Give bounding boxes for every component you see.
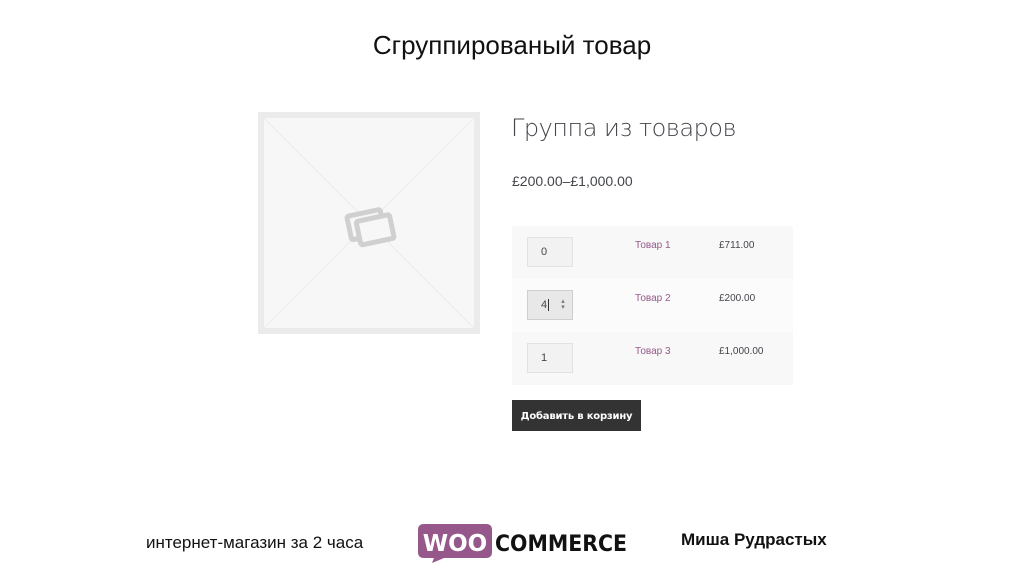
product-link[interactable]: Товар 1 [635,240,671,251]
quantity-input[interactable]: 0 [527,237,573,267]
woocommerce-logo: WOO COMMERCE [418,524,627,563]
item-price: £1,000.00 [719,346,764,357]
slide-title: Сгруппированый товар [372,30,652,60]
footer-course-title: интернет-магазин за 2 часа [146,533,364,552]
product-image-placeholder [258,112,480,334]
product-price-range: £200.00–£1,000.00 [512,173,633,189]
grouped-products-table: 0 Товар 1 £711.00 4 ▴ ▾ Товар 2 £200.00 1… [512,226,793,385]
text-caret [548,299,550,312]
table-row: 4 ▴ ▾ Товар 2 £200.00 [512,279,793,332]
add-to-cart-button[interactable]: Добавить в корзину [512,400,641,431]
table-row: 0 Товар 1 £711.00 [512,226,793,279]
quantity-value: 0 [541,246,548,258]
footer-author: Миша Рудрастых [681,530,827,549]
quantity-input[interactable]: 1 [527,343,573,373]
quantity-input[interactable]: 4 ▴ ▾ [527,290,573,320]
product-title: Группа из товаров [511,114,737,142]
logo-commerce-text: COMMERCE [495,532,627,557]
quantity-spinner[interactable]: ▴ ▾ [560,298,566,311]
logo-woo-text: WOO [423,531,487,557]
item-price: £711.00 [719,240,755,251]
quantity-value: 1 [541,352,548,364]
item-price: £200.00 [719,293,756,304]
product-link[interactable]: Товар 2 [635,293,671,304]
placeholder-image-icon [264,118,474,328]
table-row: 1 Товар 3 £1,000.00 [512,332,793,385]
product-link[interactable]: Товар 3 [635,346,671,357]
quantity-value: 4 [541,299,548,311]
